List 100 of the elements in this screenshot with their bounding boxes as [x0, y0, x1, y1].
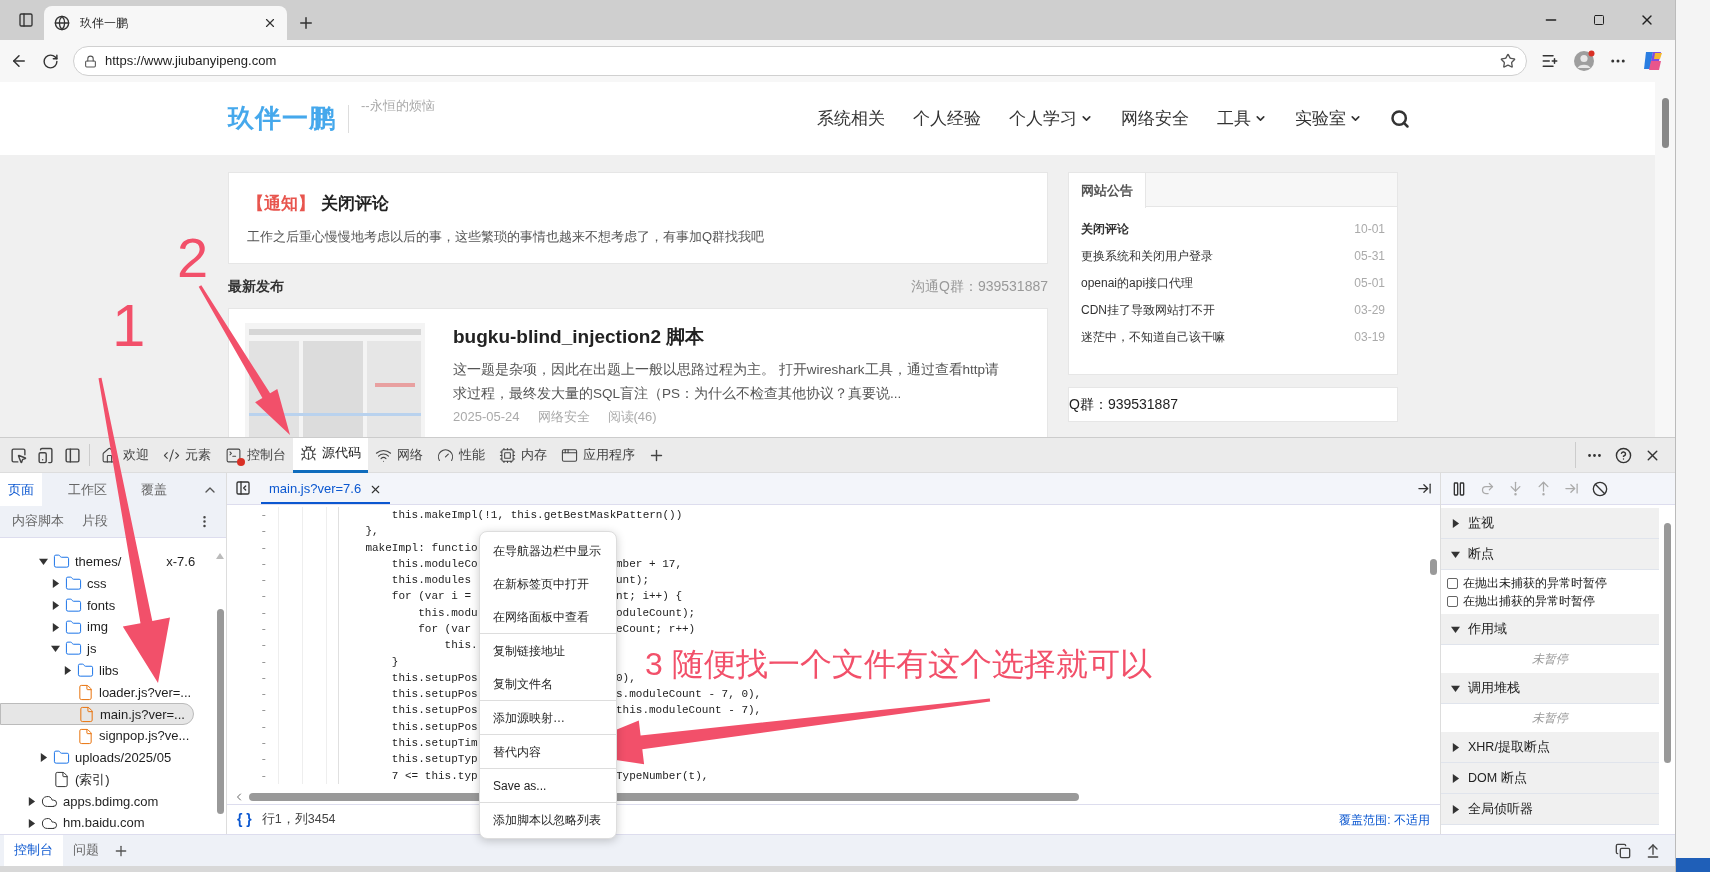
card-tab[interactable]: 网站公告: [1069, 173, 1146, 208]
line-number: -: [259, 556, 267, 572]
section-header[interactable]: XHR/提取断点: [1441, 732, 1659, 763]
tree-item[interactable]: uploads/2025/05: [0, 746, 214, 769]
post-title[interactable]: bugku-blind_injection2 脚本: [453, 323, 1013, 352]
notice-title[interactable]: 关闭评论: [321, 191, 389, 217]
menu-item[interactable]: 复制文件名: [480, 667, 616, 700]
line-number: -: [259, 752, 267, 768]
code-line: this.setupPos: [390, 704, 478, 717]
nav-link[interactable]: 系统相关: [817, 105, 885, 132]
tree-item[interactable]: css: [0, 572, 214, 595]
code-line: this.moduleCount - 7),: [616, 703, 762, 719]
navigator-tab[interactable]: 页面: [0, 473, 42, 506]
code-line: TypeNumber(t),: [616, 768, 709, 784]
code-line: this.setupPos: [390, 671, 478, 684]
line-number: -: [259, 670, 267, 686]
code-line: eCount; r++): [616, 622, 696, 637]
navigator-tab[interactable]: 内容脚本: [12, 512, 64, 531]
code-line: s.moduleCount - 7, 0),: [616, 687, 762, 703]
address-field[interactable]: https://www.jiubanyipeng.com: [73, 46, 1527, 76]
code-line: },: [364, 525, 379, 538]
post-meta: 网络安全: [537, 407, 590, 426]
announcement-link[interactable]: CDN挂了导致网站打不开: [1081, 300, 1215, 319]
nav-link[interactable]: 实验室: [1295, 105, 1362, 132]
nav-link[interactable]: 个人学习: [1009, 105, 1093, 132]
tree-item[interactable]: (索引): [0, 768, 214, 791]
cursor-position: 行1，列3454: [261, 811, 336, 829]
checkbox-row[interactable]: 在抛出未捕获的异常时暂停: [1447, 574, 1653, 592]
announcement-link[interactable]: openai的api接口代理: [1081, 273, 1194, 292]
code-line: nt; i++) {: [616, 589, 682, 605]
navigator-tab[interactable]: 片段: [82, 512, 108, 531]
menu-item[interactable]: 替代内容: [480, 735, 616, 768]
pretty-print-button[interactable]: { }: [237, 809, 252, 830]
tree-item[interactable]: loader.js?ver=...: [0, 681, 214, 704]
announcement-link[interactable]: 更换系统和关闭用户登录: [1081, 246, 1213, 265]
code-line: makeImpl: functio: [364, 541, 478, 554]
devtools-tab[interactable]: 内存: [492, 437, 554, 473]
code-line: this.setupTim: [390, 737, 478, 750]
tree-item[interactable]: signpop.js?ve...: [0, 725, 214, 747]
menu-item[interactable]: 添加源映射…: [480, 701, 616, 734]
navigator-tab[interactable]: 覆盖: [133, 473, 175, 506]
devtools-tab[interactable]: 元素: [156, 437, 218, 473]
menu-item[interactable]: 在新标签页中打开: [480, 567, 616, 600]
section-header[interactable]: DOM 断点: [1441, 763, 1659, 794]
nav-link[interactable]: 工具: [1217, 105, 1267, 132]
post-meta: 2025-05-24: [453, 407, 520, 426]
navigator-tab[interactable]: 工作区: [60, 473, 115, 506]
nav-link[interactable]: 个人经验: [913, 105, 981, 132]
devtools-tab[interactable]: 性能: [430, 437, 492, 473]
line-number: -: [259, 605, 267, 621]
line-number: -: [259, 768, 267, 784]
line-number: -: [259, 524, 267, 540]
announcement-link[interactable]: 关闭评论: [1081, 219, 1129, 238]
line-number: -: [259, 540, 267, 556]
section-header[interactable]: 监视: [1441, 508, 1659, 539]
line-number: -: [259, 736, 267, 752]
section-header[interactable]: 断点: [1441, 539, 1659, 570]
devtools-tab[interactable]: 应用程序: [554, 437, 642, 473]
menu-item[interactable]: 在网络面板中查看: [480, 600, 616, 633]
drawer-tab[interactable]: 问题: [63, 834, 109, 867]
code-line: unt);: [616, 573, 649, 589]
code-line: this.setupPos: [390, 688, 478, 701]
menu-item[interactable]: 添加脚本以忽略列表: [480, 803, 616, 836]
code-line: mber + 17,: [616, 556, 682, 572]
section-header[interactable]: 作用域: [1441, 614, 1659, 645]
nav-link[interactable]: 网络安全: [1121, 105, 1189, 132]
tree-item[interactable]: img: [0, 616, 214, 639]
devtools-tab[interactable]: 网络: [368, 437, 430, 473]
tree-item[interactable]: themes/ x-7.6: [0, 551, 214, 573]
menu-item[interactable]: 复制链接地址: [480, 634, 616, 667]
line-number: -: [259, 622, 267, 637]
line-number: -: [259, 638, 267, 654]
code-line: for (var i =: [390, 590, 473, 603]
browser-tab[interactable]: 玖伴一鹏: [44, 6, 287, 40]
tree-item[interactable]: main.js?ver=...: [0, 703, 194, 726]
menu-item[interactable]: Save as...: [480, 769, 616, 802]
notice-tag: 【通知】: [247, 191, 315, 217]
tree-item[interactable]: apps.bdimg.com: [0, 790, 214, 813]
menu-item[interactable]: 在导航器边栏中显示: [480, 534, 616, 567]
section-header[interactable]: 全局侦听器: [1441, 794, 1659, 825]
empty-message: 未暂停: [1532, 651, 1568, 668]
drawer-tab[interactable]: 控制台: [4, 834, 63, 867]
file-tab[interactable]: main.js?ver=7.6: [261, 476, 391, 504]
devtools-tab[interactable]: 控制台: [218, 437, 293, 473]
code-line: for (var: [417, 623, 473, 635]
code-line: this.modu: [417, 606, 478, 619]
tree-item[interactable]: hm.baidu.com: [0, 812, 214, 834]
code-line: this.moduleCo: [390, 557, 478, 570]
code-line: }: [390, 655, 399, 668]
devtools-tab[interactable]: 源代码: [293, 437, 368, 473]
tree-item[interactable]: libs: [0, 659, 214, 682]
qq-group-text: Q群：939531887: [1069, 395, 1178, 414]
tree-item[interactable]: fonts: [0, 594, 214, 617]
announcement-link[interactable]: 迷茫中，不知道自己该干嘛: [1081, 327, 1225, 346]
line-number: -: [259, 573, 267, 589]
empty-message: 未暂停: [1532, 710, 1568, 727]
section-header[interactable]: 调用堆栈: [1441, 673, 1659, 704]
checkbox-row[interactable]: 在抛出捕获的异常时暂停: [1447, 592, 1653, 610]
coverage-link[interactable]: 覆盖范围: 不适用: [1339, 810, 1430, 829]
tree-item[interactable]: js: [0, 638, 214, 660]
